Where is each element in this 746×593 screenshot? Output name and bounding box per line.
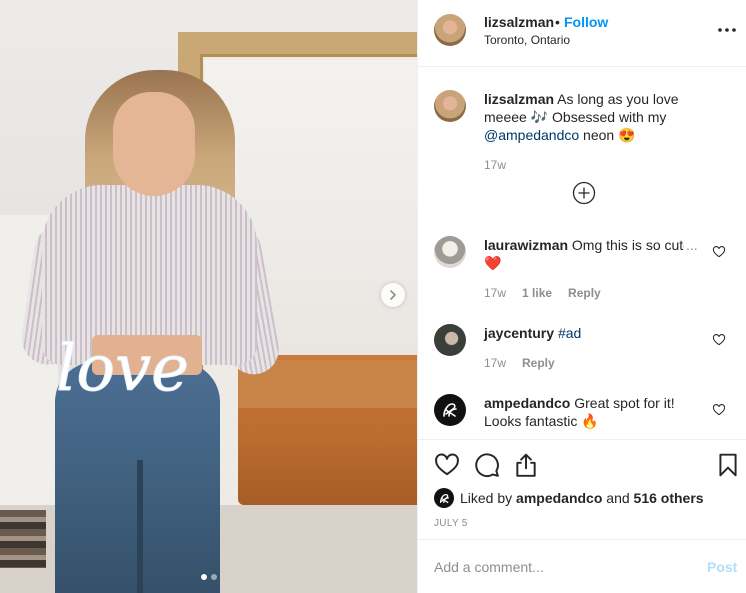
instagram-post: love lizsalzman • Follow Toronto, Ontari… (0, 0, 746, 593)
share-icon[interactable] (513, 452, 539, 478)
caption-age[interactable]: 17w (484, 158, 506, 172)
comment-icon[interactable] (474, 452, 500, 478)
comment-text-line2: Looks fantastic 🔥 (484, 413, 599, 429)
comment-ampedandco: ampedandco Great spot for it! Looks fanta… (484, 394, 694, 430)
carousel-indicator (0, 574, 417, 580)
comment-avatar[interactable] (434, 324, 466, 356)
carousel-dot-active (200, 574, 207, 580)
comment-overflow: ... (684, 236, 698, 254)
post-photo[interactable]: love (0, 0, 417, 593)
likes-others-link[interactable]: 516 others (634, 490, 704, 506)
comment-avatar[interactable] (434, 394, 466, 426)
ampedandco-logo (439, 493, 449, 503)
post-date[interactable]: JULY 5 (434, 518, 468, 529)
comment-meta: 17w 1 like Reply (484, 286, 601, 300)
carousel-dot (210, 574, 217, 580)
ampedandco-logo (443, 403, 457, 417)
liker-username[interactable]: ampedandco (516, 490, 602, 506)
action-bar: Liked by ampedandco and 516 others JULY … (418, 439, 746, 539)
post-comment-button[interactable]: Post (707, 559, 737, 575)
carousel-next-button[interactable] (381, 283, 405, 307)
comment-text: Omg this is so cute (568, 237, 691, 253)
comments-list: lizsalzman As long as you love meeee 🎶 O… (418, 68, 746, 439)
heart-icon[interactable] (712, 333, 726, 347)
heart-icon[interactable] (712, 245, 726, 259)
caption-mention[interactable]: @ampedandco (484, 127, 579, 143)
comment-laurawizman: laurawizman Omg this is so cute ... ❤️ (484, 236, 698, 272)
comment-text-line2: ❤️ (484, 255, 502, 271)
caption-username[interactable]: lizsalzman (484, 91, 554, 107)
header-separator: • (555, 14, 560, 30)
liker-avatar[interactable] (434, 488, 454, 508)
likes-prefix: Liked by (460, 490, 513, 506)
comment-avatar[interactable] (434, 236, 466, 268)
heart-icon[interactable] (712, 403, 726, 417)
comment-username[interactable]: jaycentury (484, 325, 554, 341)
location-link[interactable]: Toronto, Ontario (484, 33, 570, 47)
post-side-panel: lizsalzman • Follow Toronto, Ontario liz… (417, 0, 746, 593)
like-heart-icon[interactable] (434, 452, 460, 478)
comment-age[interactable]: 17w (484, 356, 506, 370)
woman-face (113, 92, 195, 196)
post-header: lizsalzman • Follow Toronto, Ontario (418, 0, 746, 67)
caption-avatar[interactable] (434, 90, 466, 122)
caption-meta: 17w (484, 158, 506, 172)
caption: lizsalzman As long as you love meeee 🎶 O… (484, 90, 724, 144)
neon-love-sign: love (56, 332, 190, 407)
chevron-right-icon (390, 290, 396, 300)
reply-button[interactable]: Reply (522, 356, 555, 370)
comment-text: Great spot for it! (570, 395, 675, 411)
header-username[interactable]: lizsalzman (484, 14, 554, 30)
comment-meta: 17w Reply (484, 356, 555, 370)
comment-username[interactable]: laurawizman (484, 237, 568, 253)
comment-jaycentury: jaycentury #ad (484, 324, 694, 342)
bookmark-icon[interactable] (715, 452, 741, 478)
book-stack (0, 510, 46, 568)
follow-button[interactable]: Follow (564, 14, 608, 30)
plus-circle-icon[interactable] (572, 181, 596, 205)
comment-likes-link[interactable]: 1 like (522, 286, 552, 300)
comment-username[interactable]: ampedandco (484, 395, 570, 411)
comment-input[interactable] (434, 556, 674, 578)
reply-button[interactable]: Reply (568, 286, 601, 300)
caption-text-end: neon 😍 (579, 127, 636, 143)
neon-text: love (56, 332, 189, 406)
likes-middle: and (606, 490, 630, 506)
comment-composer: Post (418, 539, 746, 593)
comment-age[interactable]: 17w (484, 286, 506, 300)
more-icon[interactable] (717, 20, 737, 40)
likes-summary: Liked by ampedandco and 516 others (434, 488, 704, 508)
comment-hashtag[interactable]: #ad (558, 325, 581, 341)
avatar[interactable] (434, 14, 466, 46)
